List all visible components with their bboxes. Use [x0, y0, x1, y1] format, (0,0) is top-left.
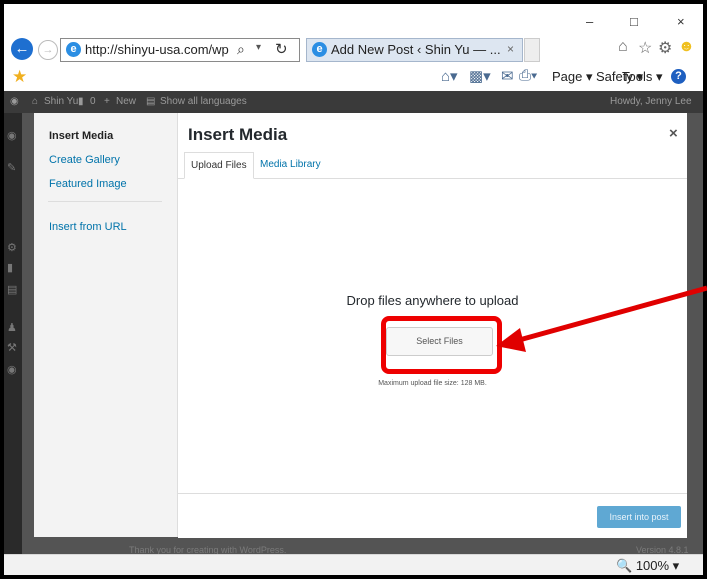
sidebar-item-insert-media[interactable]: Insert Media: [49, 130, 113, 142]
language-icon[interactable]: ▤: [146, 96, 155, 107]
search-icon[interactable]: ⌕: [237, 41, 245, 58]
comments-count[interactable]: 0: [90, 96, 96, 107]
tools-icon[interactable]: ⚒: [7, 341, 17, 354]
admin-languages[interactable]: Show all languages: [160, 96, 247, 107]
address-bar[interactable]: e http://shinyu-usa.com/wp ⌕ ▾ ↻: [60, 38, 300, 62]
dashboard-icon[interactable]: ◉: [7, 129, 17, 142]
admin-site-name[interactable]: Shin Yu: [44, 96, 78, 107]
feeds-icon[interactable]: ▩▾: [469, 67, 491, 85]
ie-logo-icon: e: [312, 42, 327, 57]
drop-zone-title: Drop files anywhere to upload: [346, 293, 519, 308]
media-icon[interactable]: ⚙: [7, 241, 17, 254]
home-icon[interactable]: ⌂: [618, 38, 628, 56]
browser-titlebar: – □ × ← → e http://shinyu-usa.com/wp ⌕ ▾…: [4, 4, 703, 64]
zoom-level[interactable]: 🔍 100% ▾: [616, 558, 679, 574]
gear-icon[interactable]: ⚙: [658, 38, 672, 58]
refresh-icon[interactable]: ↻: [275, 40, 288, 58]
pages-icon[interactable]: ▤: [7, 283, 17, 296]
forward-arrow-icon[interactable]: →: [38, 40, 58, 60]
wp-admin-menu: ◉ ✎ ⚙ ▮ ▤ ♟ ⚒ ◉: [4, 113, 22, 554]
admin-howdy[interactable]: Howdy, Jenny Lee: [610, 96, 692, 107]
wp-admin-bar: ◉ ⌂ Shin Yu ▮ 0 + New ▤ Show all languag…: [4, 91, 703, 113]
new-tab-button[interactable]: [524, 38, 540, 62]
sidebar-divider: [48, 201, 162, 202]
browser-tab[interactable]: e Add New Post ‹ Shin Yu — ... ×: [306, 38, 523, 62]
comments-icon[interactable]: ▮: [78, 96, 84, 107]
tools-menu[interactable]: Tools ▾: [622, 69, 663, 85]
sidebar-item-create-gallery[interactable]: Create Gallery: [49, 154, 120, 166]
media-tabs: Upload Files Media Library: [178, 152, 687, 179]
insert-media-modal: Insert Media Create Gallery Featured Ima…: [34, 113, 687, 538]
command-bar: ★ ⌂▾ ▩▾ ✉ ⎙▾ Page ▾ Safety ▾ Tools ▾ ?: [4, 65, 703, 89]
status-bar: 🔍 100% ▾: [4, 554, 703, 575]
smiley-icon[interactable]: ☻: [678, 38, 695, 56]
tab-title: Add New Post ‹ Shin Yu — ...: [331, 42, 501, 57]
mail-icon[interactable]: ✉: [501, 67, 514, 85]
users-icon[interactable]: ♟: [7, 321, 17, 334]
admin-new[interactable]: New: [116, 96, 136, 107]
page-menu[interactable]: Page ▾: [552, 69, 593, 85]
home-menu-icon[interactable]: ⌂▾: [441, 67, 458, 85]
browser-window: – □ × ← → e http://shinyu-usa.com/wp ⌕ ▾…: [4, 4, 703, 575]
media-modal-sidebar: Insert Media Create Gallery Featured Ima…: [34, 113, 178, 537]
zoom-icon: 🔍: [616, 558, 633, 573]
modal-title: Insert Media: [188, 125, 288, 144]
zoom-value: 100%: [635, 558, 670, 573]
comments-menu-icon[interactable]: ▮: [7, 261, 13, 274]
print-icon[interactable]: ⎙▾: [519, 67, 537, 84]
tab-close-icon[interactable]: ×: [507, 42, 514, 56]
chevron-down-icon[interactable]: ▾: [256, 42, 261, 53]
insert-into-post-button[interactable]: Insert into post: [597, 506, 681, 528]
highlight-box: [381, 316, 502, 374]
minimize-button[interactable]: –: [586, 14, 593, 29]
modal-toolbar: Insert into post: [178, 493, 687, 538]
close-icon[interactable]: ×: [669, 125, 678, 142]
wordpress-logo-icon[interactable]: ◉: [10, 96, 19, 107]
close-window-button[interactable]: ×: [677, 14, 685, 29]
posts-icon[interactable]: ✎: [7, 161, 16, 174]
max-upload-size: Maximum upload file size: 128 MB.: [378, 380, 487, 387]
back-arrow-icon[interactable]: ←: [11, 38, 33, 60]
help-icon[interactable]: ?: [671, 69, 686, 84]
ie-logo-icon: e: [66, 42, 81, 57]
tab-upload-files[interactable]: Upload Files: [184, 152, 254, 179]
home-icon[interactable]: ⌂: [32, 96, 38, 107]
tab-media-library[interactable]: Media Library: [254, 152, 327, 177]
favorites-star-icon[interactable]: ☆: [638, 38, 652, 58]
sidebar-item-featured-image[interactable]: Featured Image: [49, 178, 127, 190]
sidebar-item-insert-from-url[interactable]: Insert from URL: [49, 221, 127, 233]
maximize-button[interactable]: □: [630, 14, 638, 29]
favorites-bar-icon[interactable]: ★: [12, 67, 27, 87]
address-url[interactable]: http://shinyu-usa.com/wp: [85, 42, 229, 57]
settings-icon[interactable]: ◉: [7, 363, 17, 376]
plus-icon[interactable]: +: [104, 96, 110, 107]
